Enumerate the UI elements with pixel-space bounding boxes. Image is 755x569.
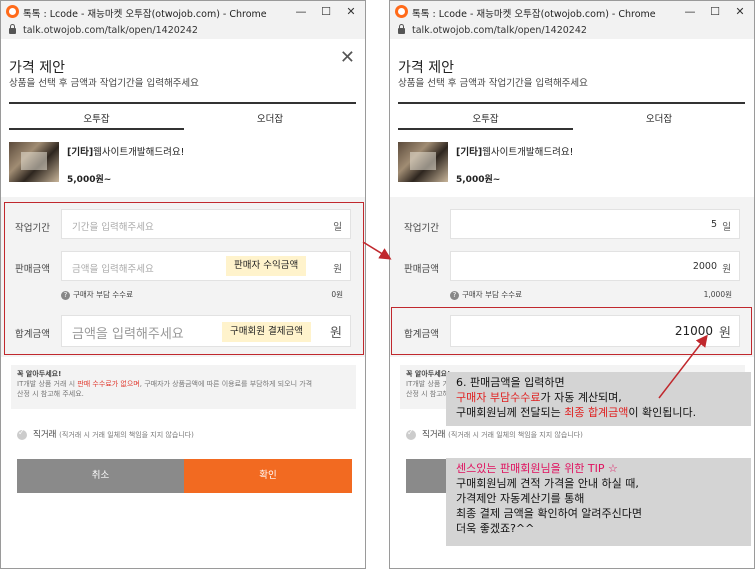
question-icon[interactable]: ?: [450, 290, 459, 300]
app-logo-icon: [6, 5, 19, 18]
callout-tip: 센스있는 판매회원님을 위한 TIP ☆ 구매회원님께 견적 가격을 안내 하실…: [446, 458, 751, 546]
check-icon[interactable]: [406, 428, 416, 440]
product-price: 5,000원~: [456, 175, 501, 185]
notice-title: 꼭 알아두세요!: [17, 370, 62, 378]
direct-deal-option[interactable]: 직거래 (직거래 시 거래 일체의 책임을 지지 않습니다): [17, 428, 194, 440]
callout-1-text: 가 자동 계산되며,: [540, 391, 622, 404]
window-title: 톡톡 : Lcode - 재능마켓 오투잡(otwojob.com) - Chr…: [23, 9, 267, 20]
callout-1-text-b: 이 확인됩니다.: [628, 406, 697, 419]
title-bar: 톡톡 : Lcode - 재능마켓 오투잡(otwojob.com) - Chr…: [390, 1, 754, 23]
sale-unit: 원: [722, 264, 731, 275]
active-tab-indicator: [398, 128, 573, 130]
tab-divider: [9, 102, 356, 104]
direct-deal-label: 직거래: [422, 430, 446, 440]
product-thumbnail[interactable]: [398, 142, 448, 182]
product-title[interactable]: [기타]웹사이트개발해드려요!: [456, 144, 573, 158]
modal-subtitle: 상품을 선택 후 금액과 작업기간을 입력해주세요: [398, 78, 588, 89]
callout-1-line-3: 구매회원님께 전달되는 최종 합계금액이 확인됩니다.: [456, 405, 741, 420]
lock-icon: [9, 24, 16, 34]
sale-input[interactable]: 2000 원: [450, 251, 740, 281]
minimize-icon[interactable]: —: [682, 4, 698, 20]
cancel-button[interactable]: 취소: [17, 459, 184, 493]
buyer-fee-label: 구매자 부담 수수료: [462, 290, 522, 299]
notice-box: 꼭 알아두세요! IT개발 상품 거래 시 판매 수수료가 없으며, 구매자가 …: [11, 365, 356, 409]
product-name: 웹사이트개발해드려요!: [482, 147, 574, 158]
product-category: [기타]: [67, 147, 94, 158]
callout-2-line-2: 가격제안 자동계산기를 통해: [456, 492, 585, 505]
direct-deal-note: (직거래 시 거래 일체의 책임을 지지 않습니다): [59, 431, 194, 439]
close-icon[interactable]: ✕: [340, 49, 355, 67]
url-text: talk.otwojob.com/talk/open/1420242: [412, 25, 587, 36]
product-thumbnail[interactable]: [9, 142, 59, 182]
modal-title: 가격 제안: [398, 60, 454, 76]
maximize-icon[interactable]: ☐: [707, 4, 723, 20]
close-window-icon[interactable]: ✕: [732, 4, 748, 20]
period-value: 5: [710, 219, 717, 230]
callout-2-line-4: 더욱 좋겠죠?^^: [456, 522, 535, 535]
highlight-box-total: [391, 307, 752, 355]
sale-value: 2000: [692, 261, 717, 272]
address-bar[interactable]: talk.otwojob.com/talk/open/1420242: [1, 23, 365, 39]
minimize-icon[interactable]: —: [293, 4, 309, 20]
tab-orderjob[interactable]: 오더잡: [573, 111, 745, 129]
callout-1-red-1: 구매자 부담수수료: [456, 391, 541, 404]
tab-otwojob[interactable]: 오투잡: [398, 111, 573, 129]
tab-otwojob[interactable]: 오투잡: [9, 111, 184, 129]
address-bar[interactable]: talk.otwojob.com/talk/open/1420242: [390, 23, 754, 39]
confirm-button[interactable]: 확인: [184, 459, 352, 493]
notice-text-red: 판매 수수료가 없으며: [77, 380, 140, 388]
buyer-fee-row: ? 구매자 부담 수수료 1,000원: [450, 289, 732, 301]
window-title: 톡톡 : Lcode - 재능마켓 오투잡(otwojob.com) - Chr…: [412, 9, 656, 20]
check-icon[interactable]: [17, 428, 27, 440]
modal-subtitle: 상품을 선택 후 금액과 작업기간을 입력해주세요: [9, 78, 199, 89]
product-price: 5,000원~: [67, 175, 112, 185]
lock-icon: [398, 24, 405, 34]
close-window-icon[interactable]: ✕: [343, 4, 359, 20]
notice-line-2: 산정 시 참고해 주세요.: [17, 390, 84, 398]
chrome-window-right: 톡톡 : Lcode - 재능마켓 오투잡(otwojob.com) - Chr…: [389, 0, 755, 569]
callout-1-line-1: 6. 판매금액을 입력하면: [456, 376, 565, 389]
callout-auto-fee: 6. 판매금액을 입력하면 구매자 부담수수료가 자동 계산되며, 구매회원님께…: [446, 372, 751, 426]
arrow-left-to-right: [362, 241, 392, 260]
app-logo-icon: [395, 5, 408, 18]
maximize-icon[interactable]: ☐: [318, 4, 334, 20]
callout-1-red-2: 최종 합계금액: [564, 406, 629, 419]
direct-deal-label: 직거래: [33, 430, 57, 440]
product-name: 웹사이트개발해드려요!: [93, 147, 185, 158]
callout-1-text-a: 구매회원님께 전달되는: [456, 406, 565, 419]
direct-deal-option[interactable]: 직거래 (직거래 시 거래 일체의 책임을 지지 않습니다): [406, 428, 583, 440]
notice-line-1: IT개발 상품 거래 시 판매 수수료가 없으며, 구매자가 상품금액에 따른 …: [17, 379, 350, 389]
highlight-box-form: [4, 202, 364, 355]
notice-text-a: IT개발 상품 거래 시: [17, 380, 78, 388]
notice-text-b: , 구매자가 상품금액에 따른 이용료를 부담하게 되오니 가격: [139, 380, 313, 388]
chrome-window-left: 톡톡 : Lcode - 재능마켓 오투잡(otwojob.com) - Chr…: [0, 0, 366, 569]
title-bar: 톡톡 : Lcode - 재능마켓 오투잡(otwojob.com) - Chr…: [1, 1, 365, 23]
callout-2-title: 센스있는 판매회원님을 위한 TIP ☆: [456, 462, 618, 475]
period-unit: 일: [722, 222, 731, 233]
modal-title: 가격 제안: [9, 60, 65, 76]
tab-divider: [398, 102, 745, 104]
direct-deal-note: (직거래 시 거래 일체의 책임을 지지 않습니다): [448, 431, 583, 439]
period-input[interactable]: 5 일: [450, 209, 740, 239]
callout-2-line-3: 최종 결제 금액을 확인하여 알려주신다면: [456, 507, 643, 520]
active-tab-indicator: [9, 128, 184, 130]
sale-label: 판매금액: [404, 264, 439, 275]
period-label: 작업기간: [404, 223, 439, 234]
tab-orderjob[interactable]: 오더잡: [184, 111, 356, 129]
url-text: talk.otwojob.com/talk/open/1420242: [23, 25, 198, 36]
callout-1-line-2: 구매자 부담수수료가 자동 계산되며,: [456, 390, 741, 405]
product-title[interactable]: [기타]웹사이트개발해드려요!: [67, 144, 184, 158]
callout-2-line-1: 구매회원님께 견적 가격을 안내 하실 때,: [456, 477, 639, 490]
product-category: [기타]: [456, 147, 483, 158]
buyer-fee-value: 1,000원: [703, 290, 732, 299]
